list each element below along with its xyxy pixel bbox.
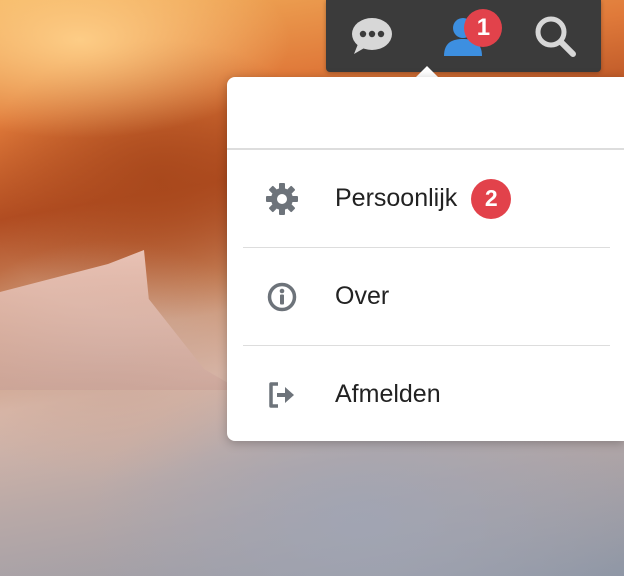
- logout-icon: [243, 381, 321, 409]
- menu-item-label: Persoonlijk: [335, 184, 458, 212]
- menu-header: [227, 77, 624, 150]
- chat-icon: [351, 18, 392, 54]
- wallpaper-rock: [0, 250, 240, 390]
- search-icon: [535, 16, 577, 57]
- notification-badge: 1: [464, 9, 503, 47]
- menu-item-label: Afmelden: [335, 380, 441, 408]
- menu-item-about[interactable]: Over: [243, 247, 610, 345]
- menu-item-label: Over: [335, 282, 390, 310]
- gear-icon: [243, 182, 321, 216]
- search-button[interactable]: [530, 11, 580, 61]
- menu-caret: [416, 66, 438, 77]
- contacts-button[interactable]: 1: [438, 9, 503, 61]
- user-menu: Persoonlijk 2 Over Afmelden: [227, 77, 624, 441]
- chat-button[interactable]: [347, 11, 397, 61]
- menu-item-logout[interactable]: Afmelden: [243, 345, 610, 443]
- notification-badge: 2: [471, 178, 512, 219]
- menu-item-personal[interactable]: Persoonlijk 2: [243, 150, 610, 247]
- info-icon: [243, 282, 321, 312]
- top-bar: 1: [326, 0, 601, 72]
